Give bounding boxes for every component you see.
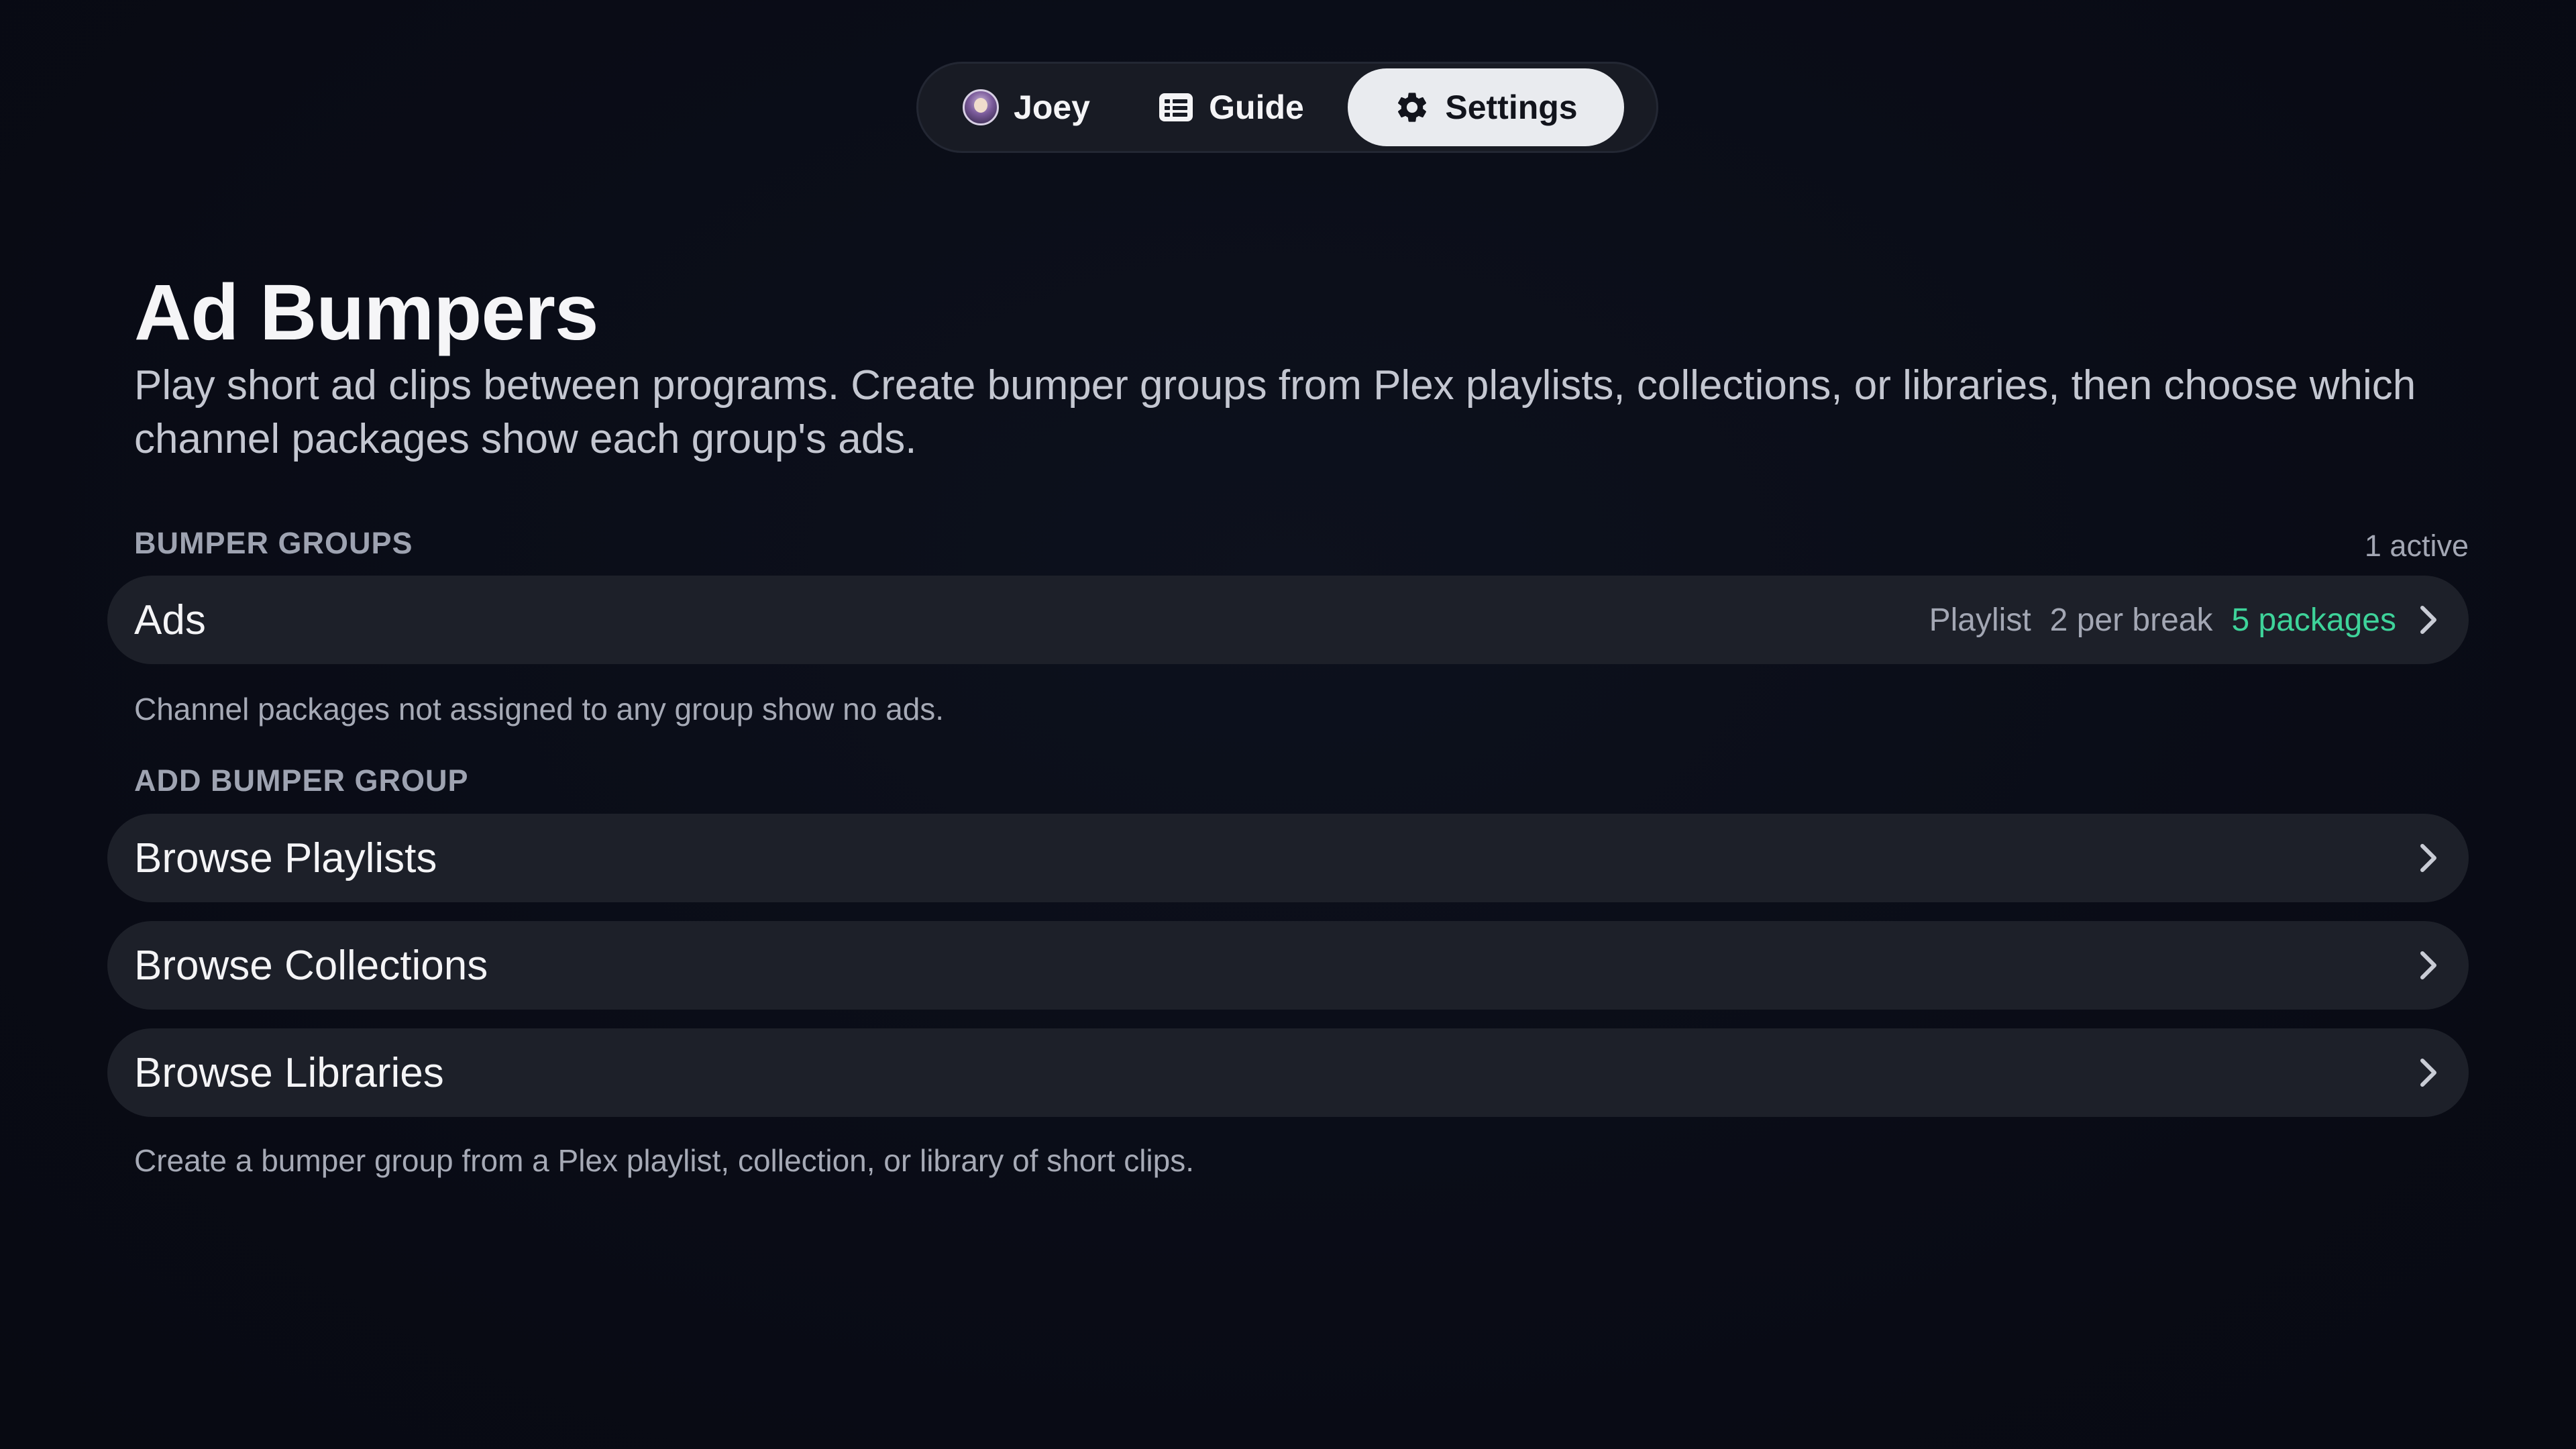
browse-collections-label: Browse Collections (134, 942, 488, 989)
avatar (963, 89, 1000, 125)
nav-user-label: Joey (1014, 89, 1090, 126)
browse-libraries-button[interactable]: Browse Libraries (107, 1028, 2469, 1117)
browse-libraries-label: Browse Libraries (134, 1049, 444, 1096)
chevron-right-icon (2415, 949, 2442, 982)
bumper-group-packages: 5 packages (2231, 602, 2396, 638)
nav-settings-tab[interactable]: Settings (1348, 68, 1624, 146)
nav-guide-tab[interactable]: Guide (1124, 68, 1338, 146)
guide-list-icon (1158, 92, 1194, 123)
page-subtitle: Play short ad clips between programs. Cr… (134, 362, 2416, 462)
browse-collections-button[interactable]: Browse Collections (107, 921, 2469, 1010)
page-title: Ad Bumpers (134, 268, 599, 357)
bumper-group-type: Playlist (1929, 602, 2031, 638)
add-bumper-group-heading: ADD BUMPER GROUP (134, 763, 469, 798)
bumper-group-row-ads[interactable]: Ads Playlist 2 per break 5 packages (107, 576, 2469, 664)
ad-bumpers-page: Joey Guide Settings Ad Bumpers Play shor… (0, 0, 2576, 1449)
bumper-group-per-break: 2 per break (2049, 602, 2213, 638)
chevron-right-icon (2415, 841, 2442, 875)
bumper-group-name: Ads (134, 596, 206, 643)
bumper-group-meta: Playlist 2 per break 5 packages (1929, 602, 2396, 639)
nav-settings-label: Settings (1445, 89, 1578, 126)
nav-user-tab[interactable]: Joey (929, 68, 1124, 146)
bumper-groups-note: Channel packages not assigned to any gro… (134, 692, 945, 727)
chevron-right-icon (2415, 1056, 2442, 1089)
bumper-groups-heading: BUMPER GROUPS (134, 526, 413, 560)
gear-icon (1394, 89, 1430, 125)
add-bumper-group-note: Create a bumper group from a Plex playli… (134, 1143, 1194, 1178)
nav-guide-label: Guide (1209, 89, 1304, 126)
chevron-right-icon (2415, 603, 2442, 637)
bumper-groups-count: 1 active (2364, 529, 2469, 563)
top-navigation: Joey Guide Settings (916, 62, 1658, 153)
browse-playlists-label: Browse Playlists (134, 835, 437, 881)
browse-playlists-button[interactable]: Browse Playlists (107, 814, 2469, 902)
